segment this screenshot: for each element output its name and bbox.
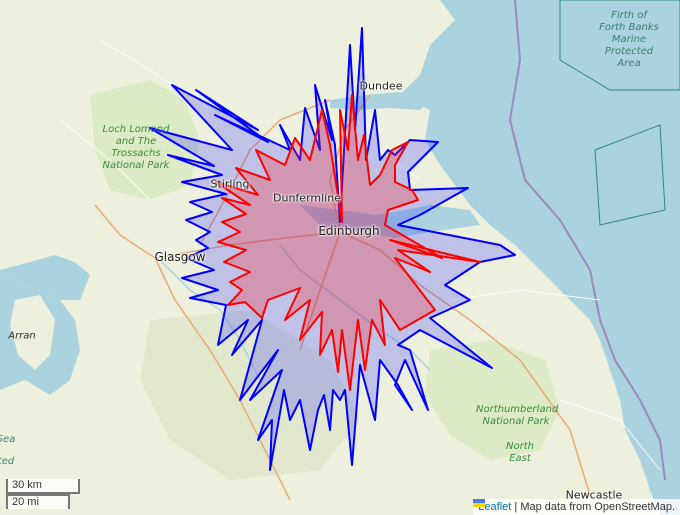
scale-mi: 20 mi [6, 494, 70, 509]
label-glasgow: Glasgow [154, 250, 206, 264]
label-north-east: North East [506, 441, 534, 464]
label-edinburgh: Edinburgh [318, 224, 380, 238]
label-sea: Sea [0, 434, 16, 445]
label-northumberland-park: Northumberland National Park [476, 404, 559, 427]
map-view[interactable]: Dundee Stirling Dunfermline Edinburgh Gl… [0, 0, 680, 515]
label-arran: Arran [8, 330, 36, 342]
label-dundee: Dundee [359, 79, 403, 93]
label-loch-lomond-park: Loch Lomond and The Trossachs National P… [102, 124, 170, 171]
basemap [0, 0, 680, 515]
attribution: Leaflet | Map data from OpenStreetMap. [473, 499, 680, 515]
ukraine-flag-icon [473, 499, 486, 507]
attribution-text: Map data from OpenStreetMap. [520, 501, 675, 513]
label-stirling: Stirling [210, 177, 250, 191]
scale-bar: 30 km 20 mi [6, 479, 80, 509]
label-dunfermline: Dunfermline [273, 191, 341, 205]
label-forth-marine-area: Firth of Forth Banks Marine Protected Ar… [599, 10, 659, 69]
attribution-separator: | [511, 501, 521, 513]
scale-km: 30 km [6, 479, 80, 494]
label-ted: ted [0, 456, 15, 467]
